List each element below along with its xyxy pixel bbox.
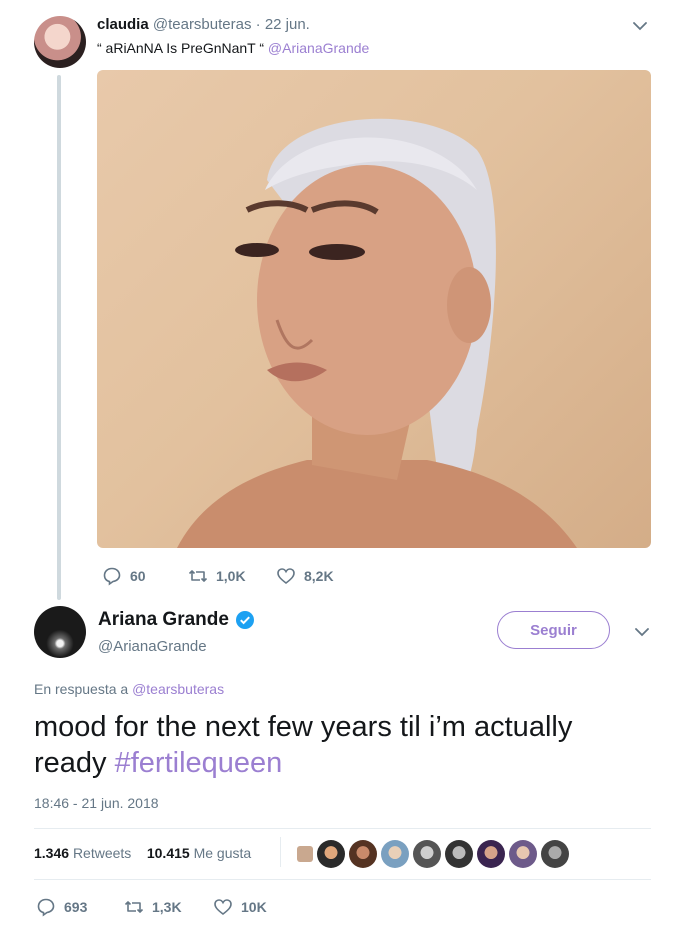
likes-count: 10.415 [146, 845, 190, 861]
like-count: 8,2K [304, 568, 334, 584]
avatar-ariana[interactable] [34, 606, 86, 658]
reply-context-handle[interactable]: @tearsbuteras [132, 681, 224, 697]
mention-link[interactable]: @ArianaGrande [268, 40, 369, 56]
tweet-photo[interactable] [97, 70, 651, 548]
thread-connector-line [57, 75, 61, 600]
likers-facepile[interactable] [297, 840, 569, 868]
retweets-count: 1.346 [34, 845, 70, 861]
hashtag-link[interactable]: #fertilequeen [115, 747, 283, 779]
author-name-row: Ariana Grande [98, 609, 255, 631]
retweet-icon [188, 570, 208, 582]
liker-avatar[interactable] [297, 846, 313, 862]
liker-avatar[interactable] [445, 840, 473, 868]
tweet-text: “ aRiAnNA Is PreGnNanT “ [97, 40, 265, 56]
reply-action[interactable]: 693 [36, 897, 87, 917]
reply-icon [103, 567, 121, 586]
separator: · [255, 16, 261, 33]
like-action[interactable]: 8,2K [276, 566, 334, 586]
retweet-action[interactable]: 1,0K [188, 566, 246, 586]
tweet-date[interactable]: 22 jun. [265, 16, 310, 33]
liker-avatar[interactable] [381, 840, 409, 868]
liker-avatar[interactable] [541, 840, 569, 868]
display-name[interactable]: claudia [97, 16, 149, 33]
author-handle[interactable]: @ArianaGrande [98, 638, 207, 655]
portrait-illustration [177, 118, 577, 548]
follow-button-label: Seguir [530, 621, 577, 639]
retweets-label: Retweets [72, 845, 132, 861]
tweet-timestamp[interactable]: 18:46 - 21 jun. 2018 [34, 795, 159, 811]
handle[interactable]: @tearsbuteras [153, 16, 252, 33]
liker-avatar[interactable] [509, 840, 537, 868]
stats-separator [280, 837, 281, 867]
heart-icon [214, 899, 232, 916]
reply-context: En respuesta a @tearsbuteras [34, 681, 224, 697]
liker-avatar[interactable] [349, 840, 377, 868]
display-name[interactable]: Ariana Grande [98, 609, 229, 631]
divider [34, 879, 651, 880]
likes-label: Me gusta [193, 845, 252, 861]
retweet-action[interactable]: 1,3K [124, 897, 182, 917]
main-tweet-text: mood for the next few years til i’m actu… [34, 709, 644, 781]
reply-count: 693 [64, 899, 88, 915]
reply-context-prefix: En respuesta a [34, 681, 129, 697]
likes-stat[interactable]: 10.415 Me gusta [147, 845, 251, 861]
retweet-count: 1,3K [152, 899, 182, 915]
retweet-icon [124, 901, 144, 913]
heart-icon [277, 568, 295, 585]
liker-avatar[interactable] [413, 840, 441, 868]
liker-avatar[interactable] [477, 840, 505, 868]
retweets-stat[interactable]: 1.346 Retweets [34, 845, 131, 861]
tweet-stats: 1.346 Retweets 10.415 Me gusta [34, 845, 251, 861]
like-action[interactable]: 10K [213, 897, 267, 917]
like-count: 10K [241, 899, 267, 915]
reply-tweet-text: “ aRiAnNA Is PreGnNanT “ @ArianaGrande [97, 40, 369, 56]
retweet-count: 1,0K [216, 568, 246, 584]
verified-badge-icon [235, 611, 254, 629]
reply-tweet-header: claudia @tearsbuteras · 22 jun. [97, 16, 310, 33]
liker-avatar[interactable] [317, 840, 345, 868]
divider [34, 828, 651, 829]
chevron-down-icon[interactable] [634, 624, 650, 645]
reply-icon [37, 898, 55, 917]
chevron-down-icon[interactable] [632, 18, 648, 39]
follow-button[interactable]: Seguir [497, 611, 610, 649]
reply-action[interactable]: 60 [102, 566, 146, 586]
reply-count: 60 [130, 568, 146, 584]
avatar-claudia[interactable] [34, 16, 86, 68]
